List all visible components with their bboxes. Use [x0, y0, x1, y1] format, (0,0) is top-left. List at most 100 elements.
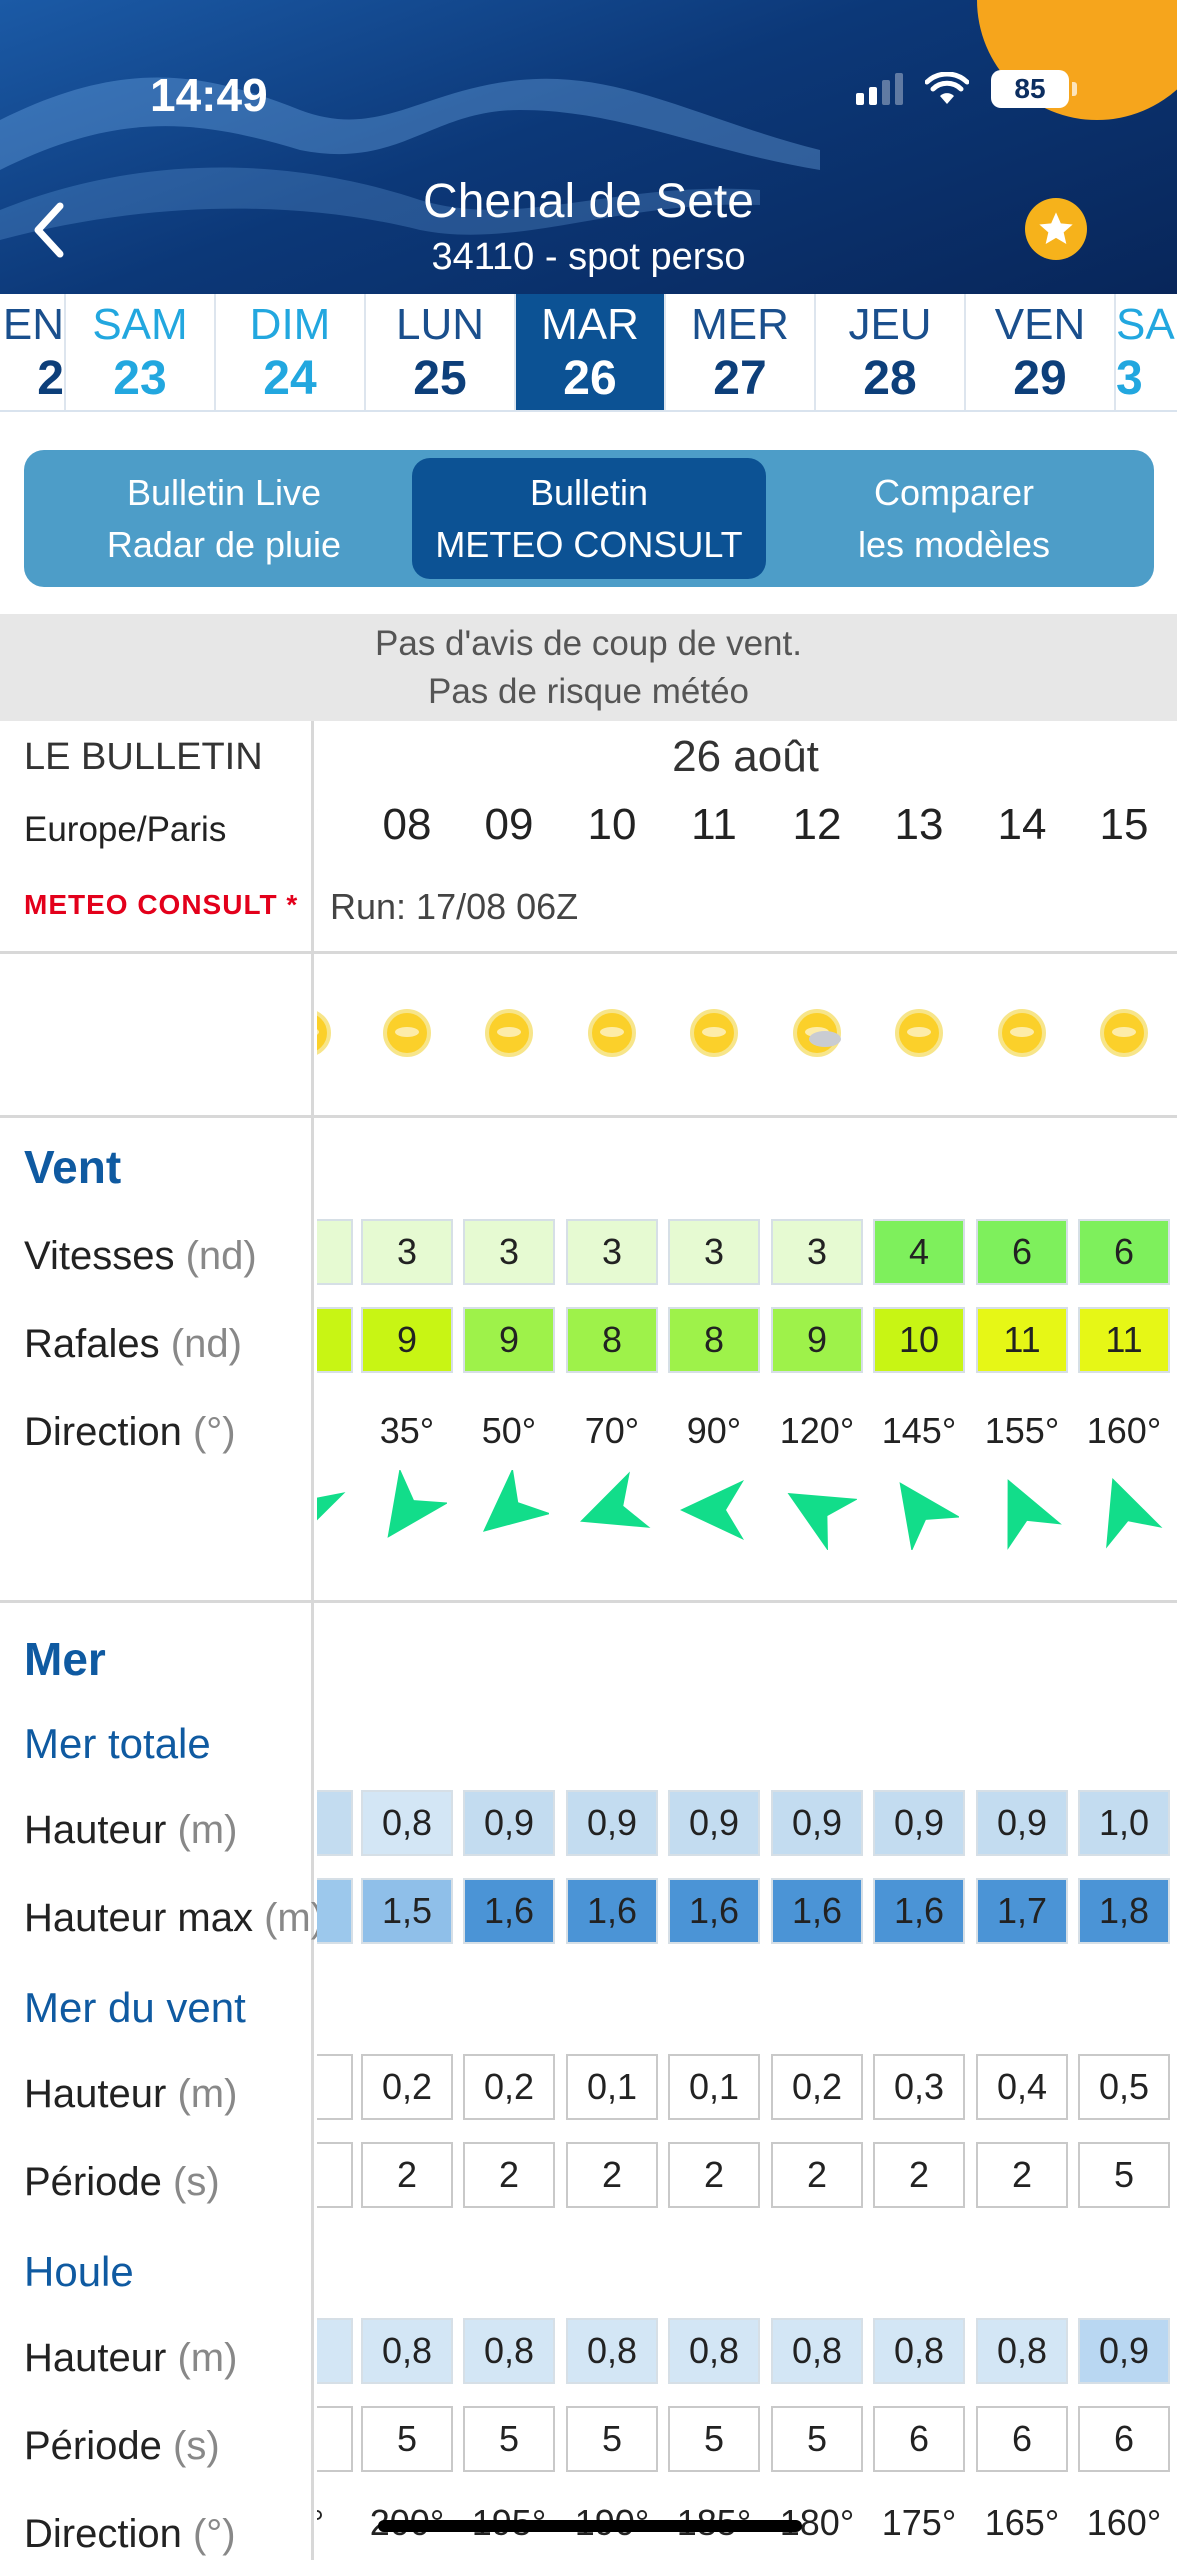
- swell-height-cell: 0,8: [976, 2318, 1068, 2384]
- hour-label: 14: [997, 800, 1047, 849]
- wind-speed-cell: 4: [873, 1219, 965, 1285]
- wind-gust-cell: 11: [1078, 1307, 1170, 1373]
- total-height-cell: 0,9: [668, 1790, 760, 1856]
- windsea-height-cell: 0,2: [361, 2054, 453, 2120]
- segment-label: Bulletin Live: [126, 471, 322, 513]
- swell-height-cell: 0,8: [668, 2318, 760, 2384]
- page-title: Chenal de Sete: [423, 175, 754, 228]
- wind-gust-cell: 10: [873, 1307, 965, 1373]
- windsea-height-cell: 0,2: [771, 2054, 863, 2120]
- windsea-period-cell: [317, 2142, 353, 2208]
- hour-label: 11: [691, 800, 737, 849]
- timezone-label: Europe/Paris: [24, 810, 227, 849]
- meteo-consult-button[interactable]: Bulletin METEO CONSULT: [412, 458, 766, 579]
- day-tab-en[interactable]: EN 2: [0, 294, 66, 410]
- day-name: VEN: [994, 300, 1086, 349]
- hour-label: 7: [317, 800, 347, 850]
- segment-label: Radar de pluie: [106, 523, 342, 565]
- sea-section-title: Mer: [24, 1633, 106, 1685]
- day-tab-jeu[interactable]: JEU 28: [816, 294, 966, 410]
- swell-direction-value: 165°: [984, 2502, 1060, 2543]
- divider: [0, 1600, 1177, 1603]
- sun-icon: [317, 1011, 331, 1055]
- windsea-height-cell: 0,3: [873, 2054, 965, 2120]
- day-tab-mar[interactable]: MAR 26: [516, 294, 666, 410]
- windsea-height-cell: 0,5: [1078, 2054, 1170, 2120]
- wind-speed-cell: 3: [566, 1219, 658, 1285]
- day-number: 27: [713, 352, 767, 405]
- label-text: Hauteur: [24, 2336, 167, 2380]
- label-text: Hauteur max: [24, 1896, 253, 1940]
- label-text: Hauteur: [24, 1808, 167, 1852]
- day-tab-dim[interactable]: DIM 24: [216, 294, 366, 410]
- hour-label: 09: [484, 800, 534, 849]
- total-hmax-cell: 1,6: [566, 1878, 658, 1944]
- wind-speed-cell: 3: [463, 1219, 555, 1285]
- label-text: Direction: [24, 1410, 182, 1454]
- divider: [0, 951, 1177, 954]
- sun-icon: [485, 1009, 533, 1057]
- day-tab-sa[interactable]: SA 3: [1116, 294, 1176, 410]
- day-tab-lun[interactable]: LUN 25: [366, 294, 516, 410]
- wind-direction-value: 35°: [379, 1410, 435, 1451]
- app-header: 14:49 85 Chenal de Sete 34110 - spot per…: [0, 0, 1177, 294]
- hour-header-row: 7 08 09 10 11 12 13 14 15: [317, 800, 1177, 864]
- wind-gust-cell: [317, 1307, 353, 1373]
- wind-data: 3333346699889101111°35°50°70°90°120°145°…: [317, 1215, 1177, 1580]
- sun-icon: [588, 1009, 636, 1057]
- total-hmax-cell: 1,7: [976, 1878, 1068, 1944]
- wind-arrow-icon: [669, 1465, 759, 1555]
- hour-label: 08: [382, 800, 432, 849]
- total-hmax-cell: 5: [317, 1878, 353, 1944]
- sun-icon: [690, 1009, 738, 1057]
- total-hmax-cell: 1,6: [463, 1878, 555, 1944]
- windsea-period-cell: 2: [361, 2142, 453, 2208]
- divider: [0, 1115, 1177, 1118]
- total-hmax-cell: 1,6: [771, 1878, 863, 1944]
- view-switcher: Bulletin Live Radar de pluie Bulletin METEO…: [24, 450, 1154, 587]
- day-name: SAM: [92, 300, 188, 349]
- alert-line-2: Pas de risque météo: [427, 672, 749, 711]
- swell-direction-value: 0°: [317, 2502, 357, 2544]
- live-bulletin-button[interactable]: Bulletin Live Radar de pluie: [36, 458, 412, 579]
- segment-label: Bulletin: [529, 471, 649, 513]
- windsea-height-cell: 0,1: [566, 2054, 658, 2120]
- home-indicator[interactable]: [378, 2520, 802, 2532]
- windsea-height-label: Hauteur (m): [24, 2072, 237, 2117]
- favorite-button[interactable]: [1025, 198, 1087, 260]
- wind-gust-cell: 11: [976, 1307, 1068, 1373]
- windsea-height-cell: 2: [317, 2054, 353, 2120]
- swell-direction-label: Direction (°): [24, 2512, 236, 2557]
- total-height-cell: 0,8: [361, 1790, 453, 1856]
- wind-arrow-icon: [772, 1465, 862, 1555]
- unit-text: (m): [264, 1896, 325, 1940]
- sun-icon: [383, 1009, 431, 1057]
- status-icons: 85: [856, 70, 1077, 108]
- swell-period-cell: 5: [361, 2406, 453, 2472]
- total-hmax-cell: 1,6: [873, 1878, 965, 1944]
- wind-direction-value: 145°: [881, 1410, 957, 1451]
- swell-height-cell: 3: [317, 2318, 353, 2384]
- unit-text: (s): [173, 2424, 220, 2468]
- windsea-height-cell: 0,1: [668, 2054, 760, 2120]
- day-number: 25: [413, 352, 467, 405]
- day-tab-sam[interactable]: SAM 23: [66, 294, 216, 410]
- day-name: LUN: [395, 300, 485, 349]
- compare-models-button[interactable]: Comparer les modèles: [766, 458, 1142, 579]
- day-tab-mer[interactable]: MER 27: [666, 294, 816, 410]
- total-height-cell: 3: [317, 1790, 353, 1856]
- wind-speed-cell: 3: [771, 1219, 863, 1285]
- windsea-height-cell: 0,4: [976, 2054, 1068, 2120]
- day-tab-ven[interactable]: VEN 29: [966, 294, 1116, 410]
- swell-height-cell: 0,8: [361, 2318, 453, 2384]
- wind-gust-cell: 9: [463, 1307, 555, 1373]
- day-number: 3: [1116, 352, 1143, 405]
- wind-direction-value: 120°: [779, 1410, 855, 1451]
- total-height-cell: 0,9: [463, 1790, 555, 1856]
- swell-direction-value: 175°: [881, 2502, 957, 2543]
- wifi-icon: [925, 72, 969, 104]
- unit-text: (m): [177, 2336, 238, 2380]
- bulletin-label: LE BULLETIN: [24, 736, 263, 778]
- wind-arrow-icon: [317, 1465, 352, 1555]
- hour-label: 13: [894, 800, 944, 849]
